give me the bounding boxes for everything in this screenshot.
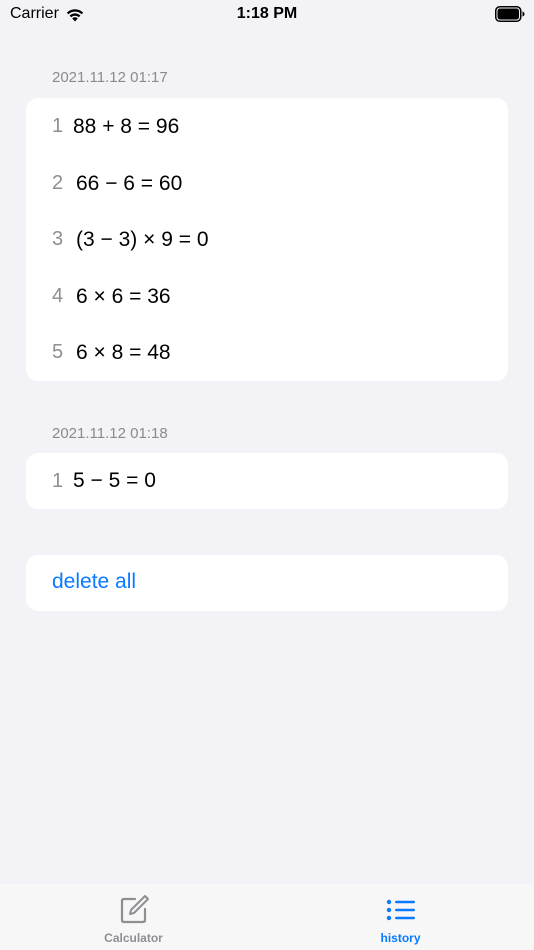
history-row[interactable]: 3 (3 − 3) × 9 = 0 [26, 211, 508, 268]
row-expression: 5 − 5 = 0 [73, 469, 156, 492]
battery-icon [495, 6, 525, 22]
delete-all-label: delete all [52, 570, 137, 593]
tab-calculator-label: Calculator [104, 931, 163, 945]
row-expression: 6 × 8 = 48 [76, 340, 171, 364]
row-index: 5 [52, 341, 64, 363]
tab-calculator[interactable]: Calculator [0, 884, 267, 950]
status-bar: Carrier 1:18 PM [0, 0, 534, 30]
session-date-header: 2021.11.12 01:18 [52, 425, 168, 442]
tab-history[interactable]: history [267, 884, 534, 950]
row-index: 3 [52, 228, 64, 250]
history-row[interactable]: 4 6 × 6 = 36 [26, 268, 508, 325]
session-card: 1 5 − 5 = 0 [26, 453, 508, 509]
row-expression: (3 − 3) × 9 = 0 [76, 227, 209, 251]
tab-bar: Calculator history [0, 884, 534, 950]
row-index: 1 [52, 115, 64, 137]
row-expression: 6 × 6 = 36 [76, 284, 171, 308]
row-expression: 66 − 6 = 60 [76, 171, 183, 195]
history-row[interactable]: 2 66 − 6 = 60 [26, 155, 508, 212]
history-row[interactable]: 1 88 + 8 = 96 [26, 98, 508, 155]
tab-history-label: history [380, 931, 421, 945]
edit-icon [120, 895, 149, 924]
history-row[interactable]: 1 5 − 5 = 0 [26, 453, 508, 509]
row-index: 1 [52, 469, 64, 492]
row-index: 2 [52, 172, 64, 194]
delete-all-button[interactable]: delete all [26, 555, 508, 611]
history-row[interactable]: 5 6 × 8 = 48 [26, 324, 508, 381]
session-date-header: 2021.11.12 01:17 [52, 69, 168, 86]
row-expression: 88 + 8 = 96 [73, 114, 180, 138]
session-card: 1 88 + 8 = 96 2 66 − 6 = 60 3 (3 − 3) × … [26, 98, 508, 381]
row-index: 4 [52, 285, 64, 307]
list-icon [386, 899, 415, 921]
status-time: 1:18 PM [236, 5, 298, 22]
